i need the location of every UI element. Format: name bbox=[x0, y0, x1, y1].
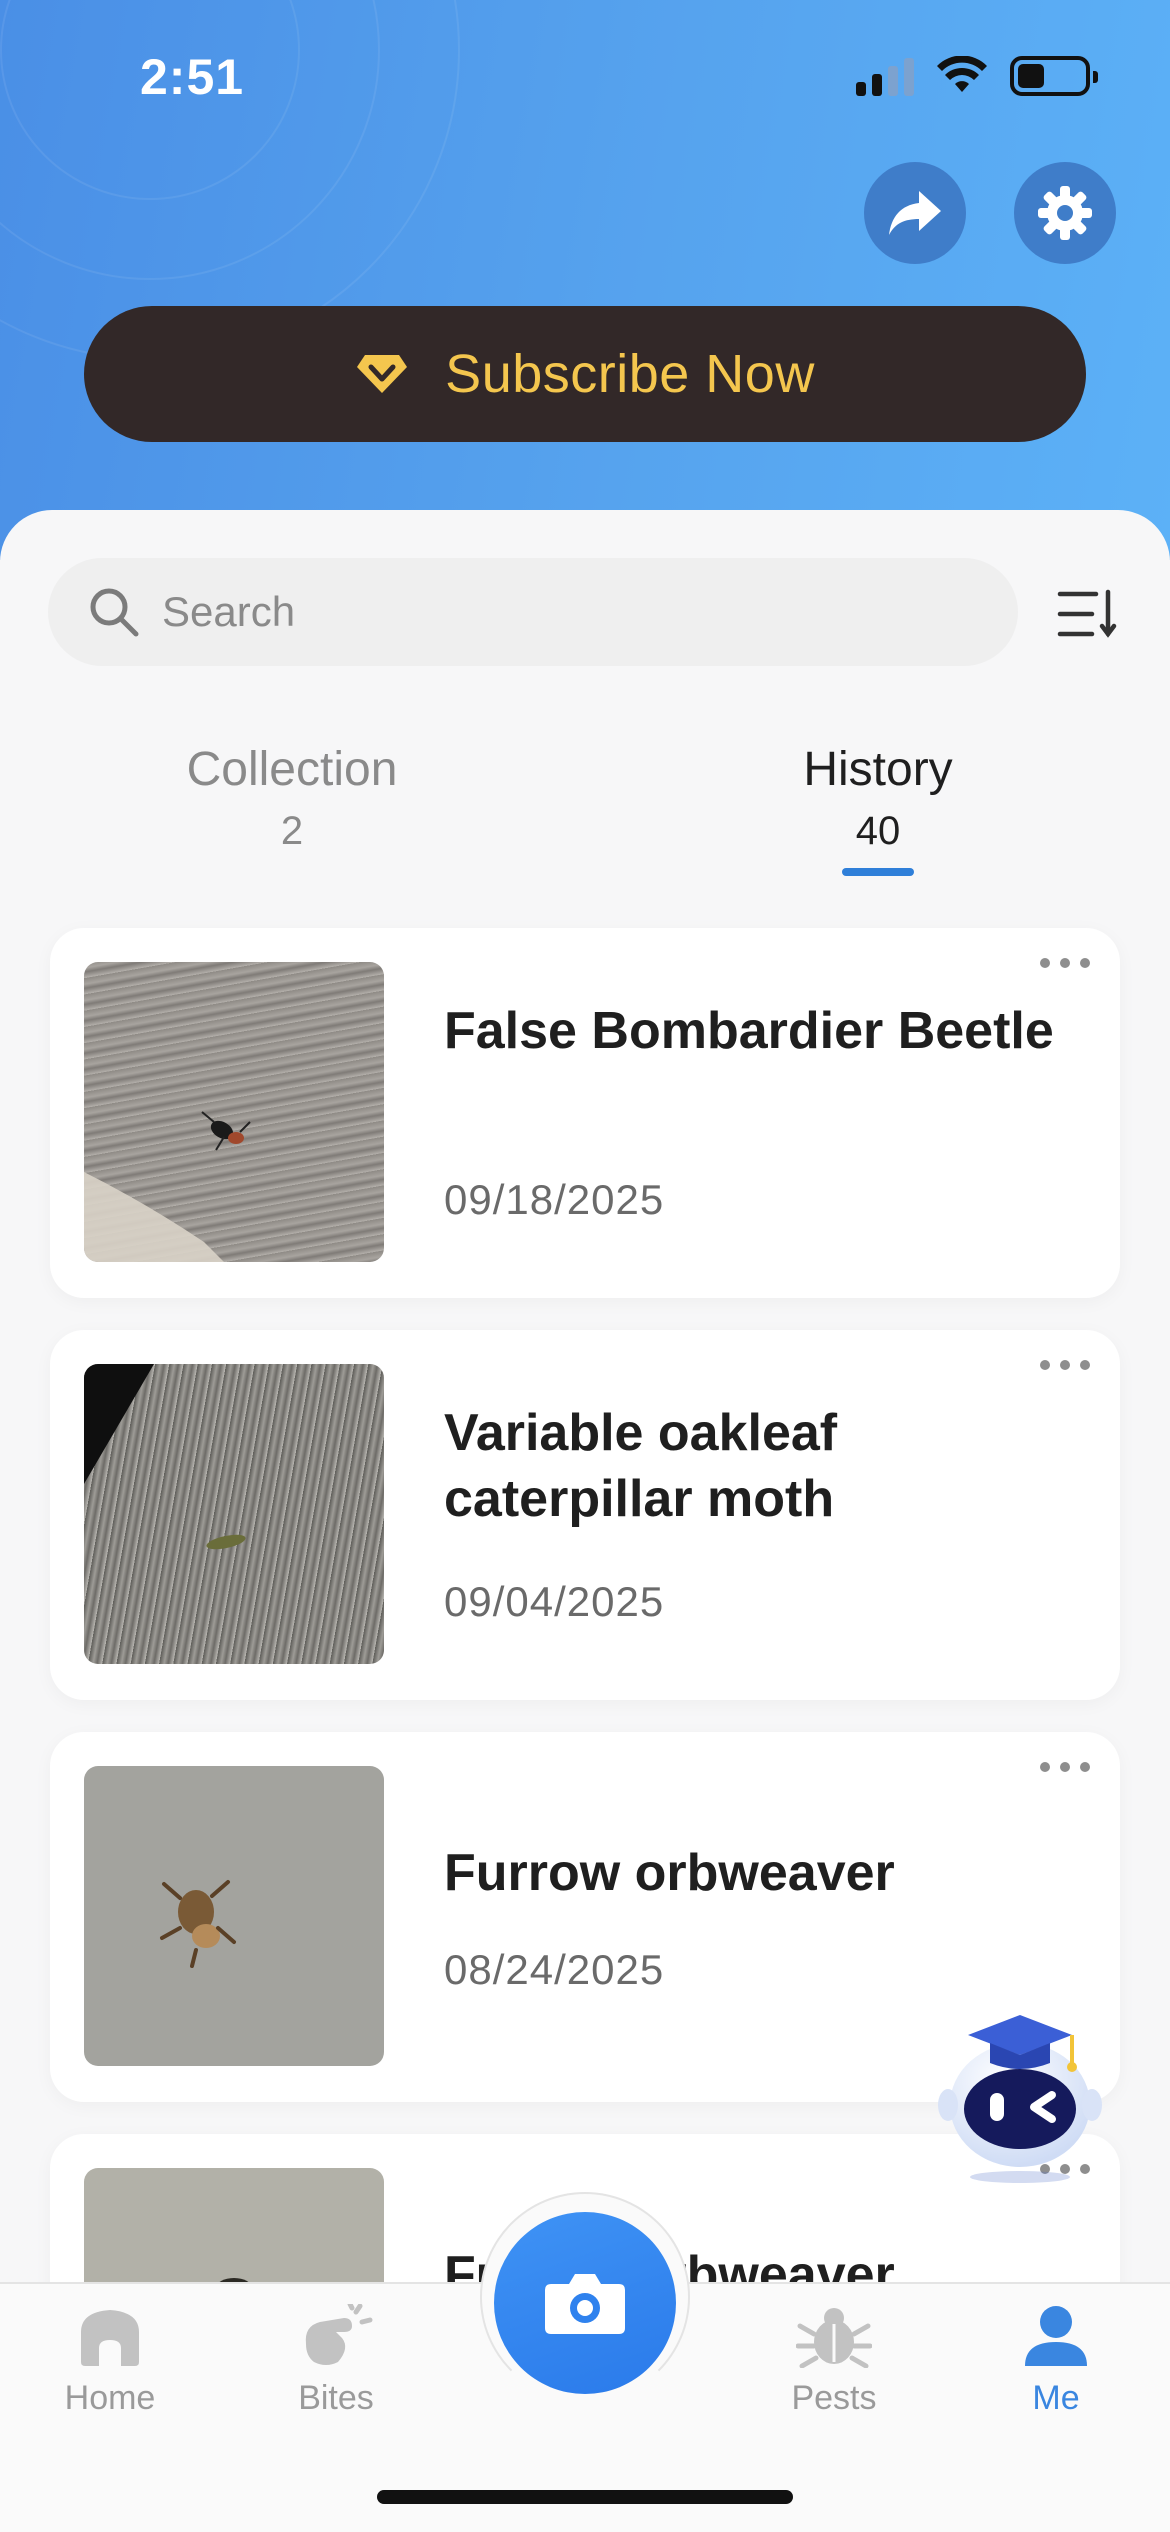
more-options-icon[interactable] bbox=[1040, 1762, 1090, 1772]
diamond-icon bbox=[357, 355, 408, 393]
share-arrow-icon bbox=[889, 191, 941, 235]
card-date: 09/18/2025 bbox=[444, 1176, 665, 1223]
active-tab-indicator bbox=[842, 868, 914, 876]
subscribe-button[interactable]: Subscribe Now bbox=[84, 306, 1086, 442]
sort-list-icon[interactable] bbox=[1056, 586, 1120, 642]
nav-label: Bites bbox=[298, 2379, 374, 2417]
tab-count: 40 bbox=[855, 809, 901, 853]
search-icon bbox=[90, 588, 139, 637]
nav-label: Me bbox=[1032, 2379, 1080, 2417]
bite-hand-icon bbox=[305, 2301, 373, 2365]
card-date: 09/04/2025 bbox=[444, 1578, 665, 1625]
nav-home[interactable]: Home bbox=[10, 2304, 210, 2418]
header: 2:51 Subscribe Now bbox=[0, 0, 1170, 560]
nav-label: Home bbox=[64, 2379, 156, 2417]
gear-icon bbox=[1038, 186, 1092, 240]
battery-icon bbox=[1010, 56, 1098, 96]
home-icon bbox=[81, 2310, 139, 2366]
search-input[interactable] bbox=[162, 588, 982, 636]
person-icon bbox=[1025, 2306, 1087, 2366]
insect-photo bbox=[84, 962, 384, 1262]
settings-button[interactable] bbox=[1014, 162, 1116, 264]
tab-label: History bbox=[803, 743, 953, 796]
nav-pests[interactable]: Pests bbox=[734, 2304, 934, 2418]
camera-icon bbox=[545, 2274, 625, 2334]
share-button[interactable] bbox=[864, 162, 966, 264]
card-title: Variable oakleaf caterpillar moth bbox=[444, 1404, 838, 1528]
subscribe-label: Subscribe Now bbox=[445, 344, 815, 404]
cellular-signal-icon bbox=[856, 56, 914, 96]
wifi-icon bbox=[937, 56, 987, 92]
home-indicator bbox=[377, 2490, 793, 2504]
card-title: False Bombardier Beetle bbox=[444, 1002, 1054, 1060]
card-date: 08/24/2025 bbox=[444, 1946, 665, 1993]
nav-label: Pests bbox=[791, 2379, 877, 2417]
bug-icon bbox=[795, 2308, 873, 2369]
tab-collection[interactable]: Collection 2 bbox=[122, 742, 462, 854]
history-card[interactable]: Variable oakleaf caterpillar moth 09/04/… bbox=[50, 1330, 1120, 1700]
card-title: Furrow orbweaver bbox=[444, 1844, 895, 1902]
nav-me[interactable]: Me bbox=[956, 2304, 1156, 2418]
tab-label: Collection bbox=[186, 743, 398, 796]
more-options-icon[interactable] bbox=[1040, 958, 1090, 968]
nav-bites[interactable]: Bites bbox=[236, 2301, 436, 2418]
insect-photo bbox=[84, 1766, 384, 2066]
search-bar[interactable] bbox=[48, 558, 1018, 666]
history-card[interactable]: False Bombardier Beetle 09/18/2025 bbox=[50, 928, 1120, 1298]
robot-assistant-icon[interactable] bbox=[930, 2005, 1110, 2185]
more-options-icon[interactable] bbox=[1040, 1360, 1090, 1370]
tab-count: 2 bbox=[280, 809, 304, 853]
insect-photo bbox=[84, 1364, 384, 1664]
tab-history[interactable]: History 40 bbox=[708, 742, 1048, 876]
status-icons bbox=[856, 56, 1098, 96]
camera-button[interactable] bbox=[494, 2212, 676, 2394]
status-time: 2:51 bbox=[140, 49, 245, 105]
